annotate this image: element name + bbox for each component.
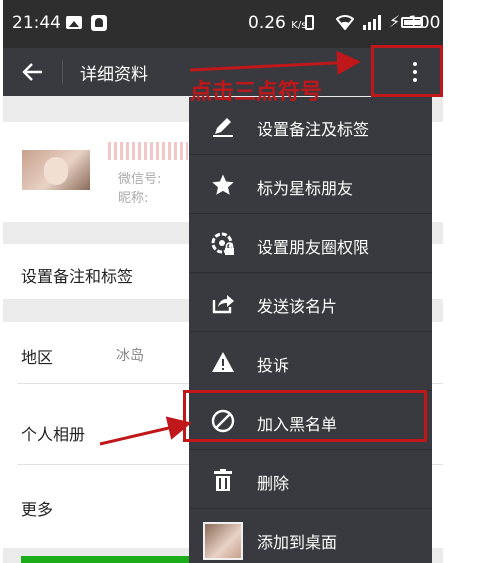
star-icon bbox=[212, 174, 234, 195]
more-label[interactable]: 更多 bbox=[21, 496, 53, 520]
warning-icon bbox=[212, 352, 234, 372]
image-notification-icon bbox=[66, 16, 82, 29]
annotation-box-blacklist bbox=[183, 390, 427, 442]
wechat-id-label: 微信号: bbox=[118, 172, 162, 187]
menu-divider bbox=[189, 154, 432, 155]
region-value: 冰岛 bbox=[116, 348, 144, 364]
menu-item-report[interactable]: 投诉 bbox=[189, 333, 432, 391]
app-notification-icon bbox=[91, 15, 107, 31]
moments-lock-icon bbox=[211, 232, 234, 255]
menu-item-delete[interactable]: 删除 bbox=[189, 451, 432, 509]
menu-label: 发送该名片 bbox=[257, 297, 338, 316]
signal-icon bbox=[363, 15, 381, 30]
menu-item-star-friend[interactable]: 标为星标朋友 bbox=[189, 156, 432, 214]
redacted-name bbox=[108, 142, 188, 160]
region-label: 地区 bbox=[21, 348, 54, 367]
avatar-thumbnail bbox=[203, 522, 243, 560]
back-arrow-icon[interactable] bbox=[21, 60, 45, 84]
menu-divider bbox=[189, 508, 432, 509]
album-label[interactable]: 个人相册 bbox=[21, 421, 85, 445]
send-message-button[interactable] bbox=[21, 556, 201, 563]
menu-item-moments-permission[interactable]: 设置朋友圈权限 bbox=[189, 215, 432, 273]
menu-label: 设置备注及标签 bbox=[257, 120, 370, 139]
pencil-icon bbox=[213, 118, 233, 137]
menu-label: 添加到桌面 bbox=[257, 533, 338, 552]
trash-icon bbox=[214, 469, 232, 491]
status-bar: 21:44 0.26 K/s ⚡ 100 bbox=[3, 0, 443, 48]
menu-divider bbox=[189, 272, 432, 273]
menu-divider bbox=[189, 331, 432, 332]
network-speed: 0.26 K/s bbox=[248, 13, 306, 33]
menu-divider bbox=[189, 449, 432, 450]
page-title: 详细资料 bbox=[80, 65, 148, 85]
share-icon bbox=[212, 295, 234, 314]
menu-label: 投诉 bbox=[257, 356, 290, 375]
menu-label: 标为星标朋友 bbox=[257, 179, 354, 198]
menu-divider bbox=[189, 213, 432, 214]
network-speed-value: 0.26 bbox=[248, 13, 286, 33]
app-bar-divider bbox=[62, 60, 63, 84]
annotation-caption: 点击三点符号 bbox=[190, 80, 323, 105]
vibrate-icon bbox=[305, 15, 314, 30]
remark-tags-label: 设置备注和标签 bbox=[21, 267, 134, 286]
wifi-icon bbox=[336, 15, 354, 30]
menu-item-add-to-desktop[interactable]: 添加到桌面 bbox=[189, 510, 432, 563]
charging-icon: ⚡ bbox=[389, 12, 401, 31]
nickname-label: 昵称: bbox=[118, 191, 149, 206]
options-menu: 设置备注及标签 标为星标朋友 设置朋友圈权限 发送该名片 投诉 加入黑名单 删除… bbox=[189, 97, 432, 563]
menu-label: 删除 bbox=[257, 474, 290, 493]
menu-label: 设置朋友圈权限 bbox=[257, 238, 370, 257]
menu-item-send-card[interactable]: 发送该名片 bbox=[189, 274, 432, 332]
annotation-box-more bbox=[371, 45, 443, 97]
battery-level: 100 bbox=[408, 13, 441, 33]
status-time: 21:44 bbox=[12, 13, 61, 33]
avatar[interactable] bbox=[22, 150, 90, 190]
